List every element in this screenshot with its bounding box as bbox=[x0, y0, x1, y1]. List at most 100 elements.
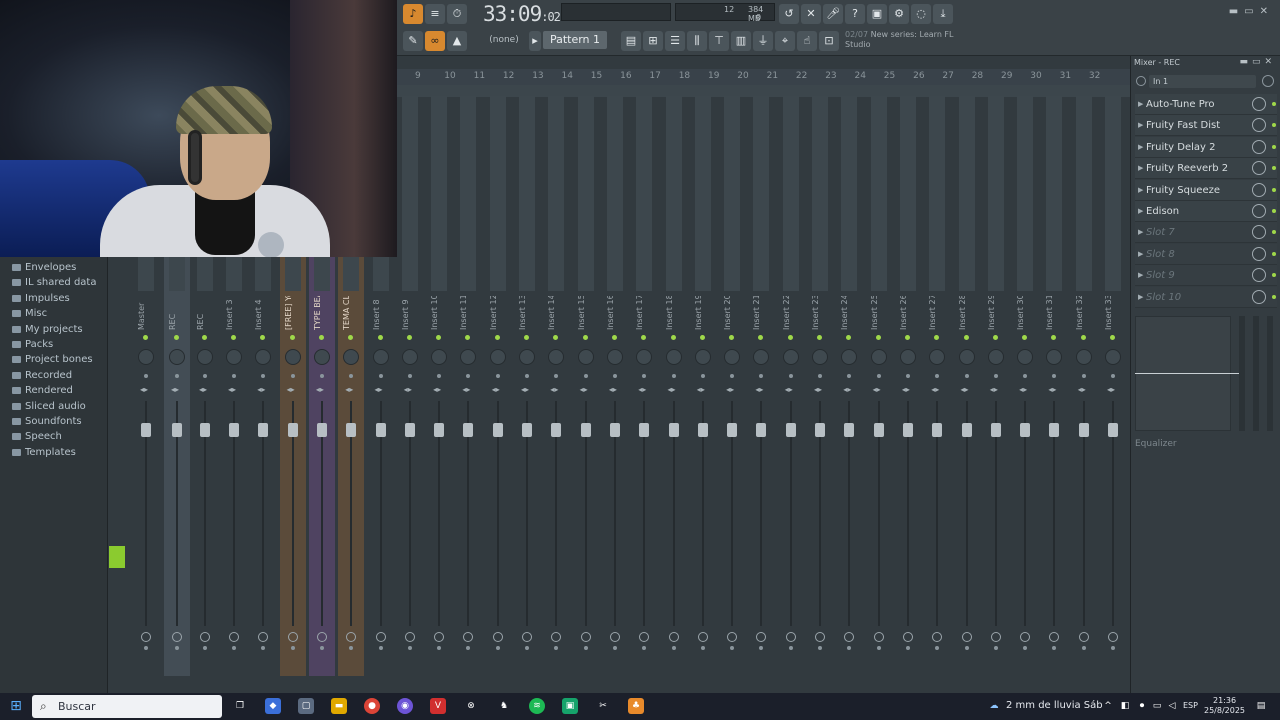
slot-mix-knob[interactable] bbox=[1252, 182, 1266, 197]
volume-fader[interactable] bbox=[961, 423, 972, 437]
windows-start-icon[interactable]: ⊞ bbox=[8, 698, 24, 714]
volume-fader[interactable] bbox=[522, 423, 532, 437]
snap-select[interactable]: (none) bbox=[479, 31, 529, 49]
input-select[interactable]: In 1 bbox=[1149, 75, 1256, 88]
slot-menu-icon[interactable]: ▶ bbox=[1138, 201, 1143, 222]
language-indicator[interactable]: ESP bbox=[1183, 701, 1198, 710]
effect-slot[interactable]: ▶ Slot 9 bbox=[1135, 265, 1277, 287]
pan-knob[interactable] bbox=[226, 349, 242, 365]
file-explorer-icon[interactable]: ▬ bbox=[331, 698, 347, 714]
browser-item[interactable]: IL shared data bbox=[12, 275, 108, 290]
mixer-track-15[interactable]: ◂▸▲Insert 15 bbox=[573, 96, 599, 708]
browser-item[interactable]: Rendered bbox=[12, 383, 108, 398]
volume-fader[interactable] bbox=[697, 423, 708, 437]
tool-icon[interactable]: ⌖ bbox=[775, 31, 795, 51]
pan-knob[interactable] bbox=[431, 349, 448, 365]
route-ring[interactable] bbox=[551, 632, 562, 642]
plug-icon[interactable]: ⏚ bbox=[753, 31, 773, 51]
pan-knob[interactable] bbox=[197, 349, 213, 365]
effect-slot[interactable]: ▶ Slot 7 bbox=[1135, 222, 1277, 244]
pan-knob[interactable] bbox=[958, 349, 975, 365]
task-view-icon[interactable]: ❐ bbox=[232, 698, 248, 714]
taskbar-clock[interactable]: 21:36 25/8/2025 bbox=[1204, 696, 1245, 716]
pan-knob[interactable] bbox=[1046, 349, 1063, 365]
mixer-track-13[interactable]: ◂▸▲Insert 13 bbox=[514, 96, 540, 708]
mixer-track-11[interactable]: ◂▸▲Insert 11 bbox=[455, 96, 481, 708]
mixer-track-30[interactable]: ◂▸▲Insert 30 bbox=[1012, 96, 1038, 708]
slot-enable-led[interactable] bbox=[1272, 251, 1276, 256]
pan-knob[interactable] bbox=[636, 349, 653, 365]
slot-enable-led[interactable] bbox=[1272, 230, 1276, 235]
swap-arrows-icon[interactable]: ◂▸ bbox=[755, 385, 763, 394]
volume-fader[interactable] bbox=[463, 423, 474, 437]
pan-knob[interactable] bbox=[841, 349, 858, 365]
route-ring[interactable] bbox=[609, 632, 620, 642]
browser-item[interactable]: Recorded bbox=[12, 368, 108, 383]
swap-arrows-icon[interactable]: ◂▸ bbox=[287, 385, 295, 394]
mic-icon[interactable]: 🎤︎ bbox=[823, 4, 843, 24]
wait-record-icon[interactable]: ≡ bbox=[425, 4, 445, 24]
cart-icon[interactable]: ⊡ bbox=[819, 31, 839, 51]
countdown-icon[interactable]: ⏱ bbox=[447, 4, 467, 24]
volume-fader[interactable] bbox=[1049, 423, 1060, 437]
slot-mix-knob[interactable] bbox=[1252, 246, 1266, 261]
pan-knob[interactable] bbox=[401, 349, 418, 365]
song-position[interactable]: 33:09:02 bbox=[483, 2, 561, 26]
swap-arrows-icon[interactable]: ◂▸ bbox=[316, 385, 324, 394]
volume-fader[interactable] bbox=[258, 423, 269, 437]
mixer-track-33[interactable]: ◂▸▲Insert 33 bbox=[1100, 96, 1126, 708]
mixer-track-27[interactable]: ◂▸▲Insert 27 bbox=[924, 96, 950, 708]
route-ring[interactable] bbox=[346, 632, 357, 642]
browser-item[interactable]: Soundfonts bbox=[12, 414, 108, 429]
swap-arrows-icon[interactable]: ◂▸ bbox=[433, 385, 441, 394]
swap-arrows-icon[interactable]: ◂▸ bbox=[580, 385, 588, 394]
tray-chevron-icon[interactable]: ^ bbox=[1100, 698, 1116, 714]
mixer-icon[interactable]: ⫼ bbox=[687, 31, 707, 51]
piano-roll-icon[interactable]: ⊞ bbox=[643, 31, 663, 51]
swap-arrows-icon[interactable]: ◂▸ bbox=[785, 385, 793, 394]
hint-bar[interactable]: 02/07 New series: Learn FL Studio bbox=[845, 30, 954, 50]
mixer-track-14[interactable]: ◂▸▲Insert 14 bbox=[543, 96, 569, 708]
volume-fader[interactable] bbox=[785, 423, 796, 437]
volume-fader[interactable] bbox=[932, 423, 943, 437]
swap-arrows-icon[interactable]: ◂▸ bbox=[697, 385, 705, 394]
pan-knob[interactable] bbox=[899, 349, 916, 365]
volume-fader[interactable] bbox=[141, 423, 151, 437]
slot-enable-led[interactable] bbox=[1272, 102, 1276, 106]
app-icon-1[interactable]: ▢ bbox=[298, 698, 314, 714]
slot-menu-icon[interactable]: ▶ bbox=[1138, 287, 1143, 308]
hierarchy-icon[interactable]: ⊤ bbox=[709, 31, 729, 51]
browser-item[interactable]: Project bones bbox=[12, 352, 108, 367]
effect-slot[interactable]: ▶ Slot 8 bbox=[1135, 243, 1277, 265]
swap-arrows-icon[interactable]: ◂▸ bbox=[961, 385, 969, 394]
tray-mic-icon[interactable]: ⏺ bbox=[1134, 698, 1150, 714]
tray-icon-1[interactable]: ◧ bbox=[1117, 698, 1133, 714]
volume-fader[interactable] bbox=[229, 423, 239, 437]
volume-fader[interactable] bbox=[580, 423, 591, 437]
touch-icon[interactable]: ☝ bbox=[797, 31, 817, 51]
pan-knob[interactable] bbox=[1075, 349, 1092, 365]
mixer-track-20[interactable]: ◂▸▲Insert 20 bbox=[719, 96, 745, 708]
input-settings-icon[interactable] bbox=[1262, 75, 1274, 87]
mixer-track-16[interactable]: ◂▸▲Insert 16 bbox=[602, 96, 628, 708]
mixer-track-17[interactable]: ◂▸▲Insert 17 bbox=[631, 96, 657, 708]
browser-item[interactable]: Speech bbox=[12, 429, 108, 444]
swap-arrows-icon[interactable]: ◂▸ bbox=[199, 385, 207, 394]
route-ring[interactable] bbox=[961, 632, 972, 642]
swap-arrows-icon[interactable]: ◂▸ bbox=[140, 385, 148, 394]
volume-fader[interactable] bbox=[815, 423, 825, 437]
route-ring[interactable] bbox=[932, 632, 943, 642]
pan-knob[interactable] bbox=[929, 349, 946, 365]
swap-arrows-icon[interactable]: ◂▸ bbox=[873, 385, 881, 394]
mixer-track-21[interactable]: ◂▸▲Insert 21 bbox=[748, 96, 774, 708]
slot-menu-icon[interactable]: ▶ bbox=[1138, 180, 1143, 201]
volume-fader[interactable] bbox=[287, 423, 298, 437]
metronome-icon[interactable]: ♪ bbox=[403, 4, 423, 24]
route-ring[interactable] bbox=[1020, 632, 1031, 642]
master-volume-slider[interactable] bbox=[561, 3, 671, 21]
slot-menu-icon[interactable]: ▶ bbox=[1138, 158, 1143, 179]
route-ring[interactable] bbox=[287, 632, 298, 642]
slot-enable-led[interactable] bbox=[1272, 209, 1276, 213]
volume-fader[interactable] bbox=[902, 423, 913, 437]
pan-knob[interactable] bbox=[284, 349, 301, 365]
